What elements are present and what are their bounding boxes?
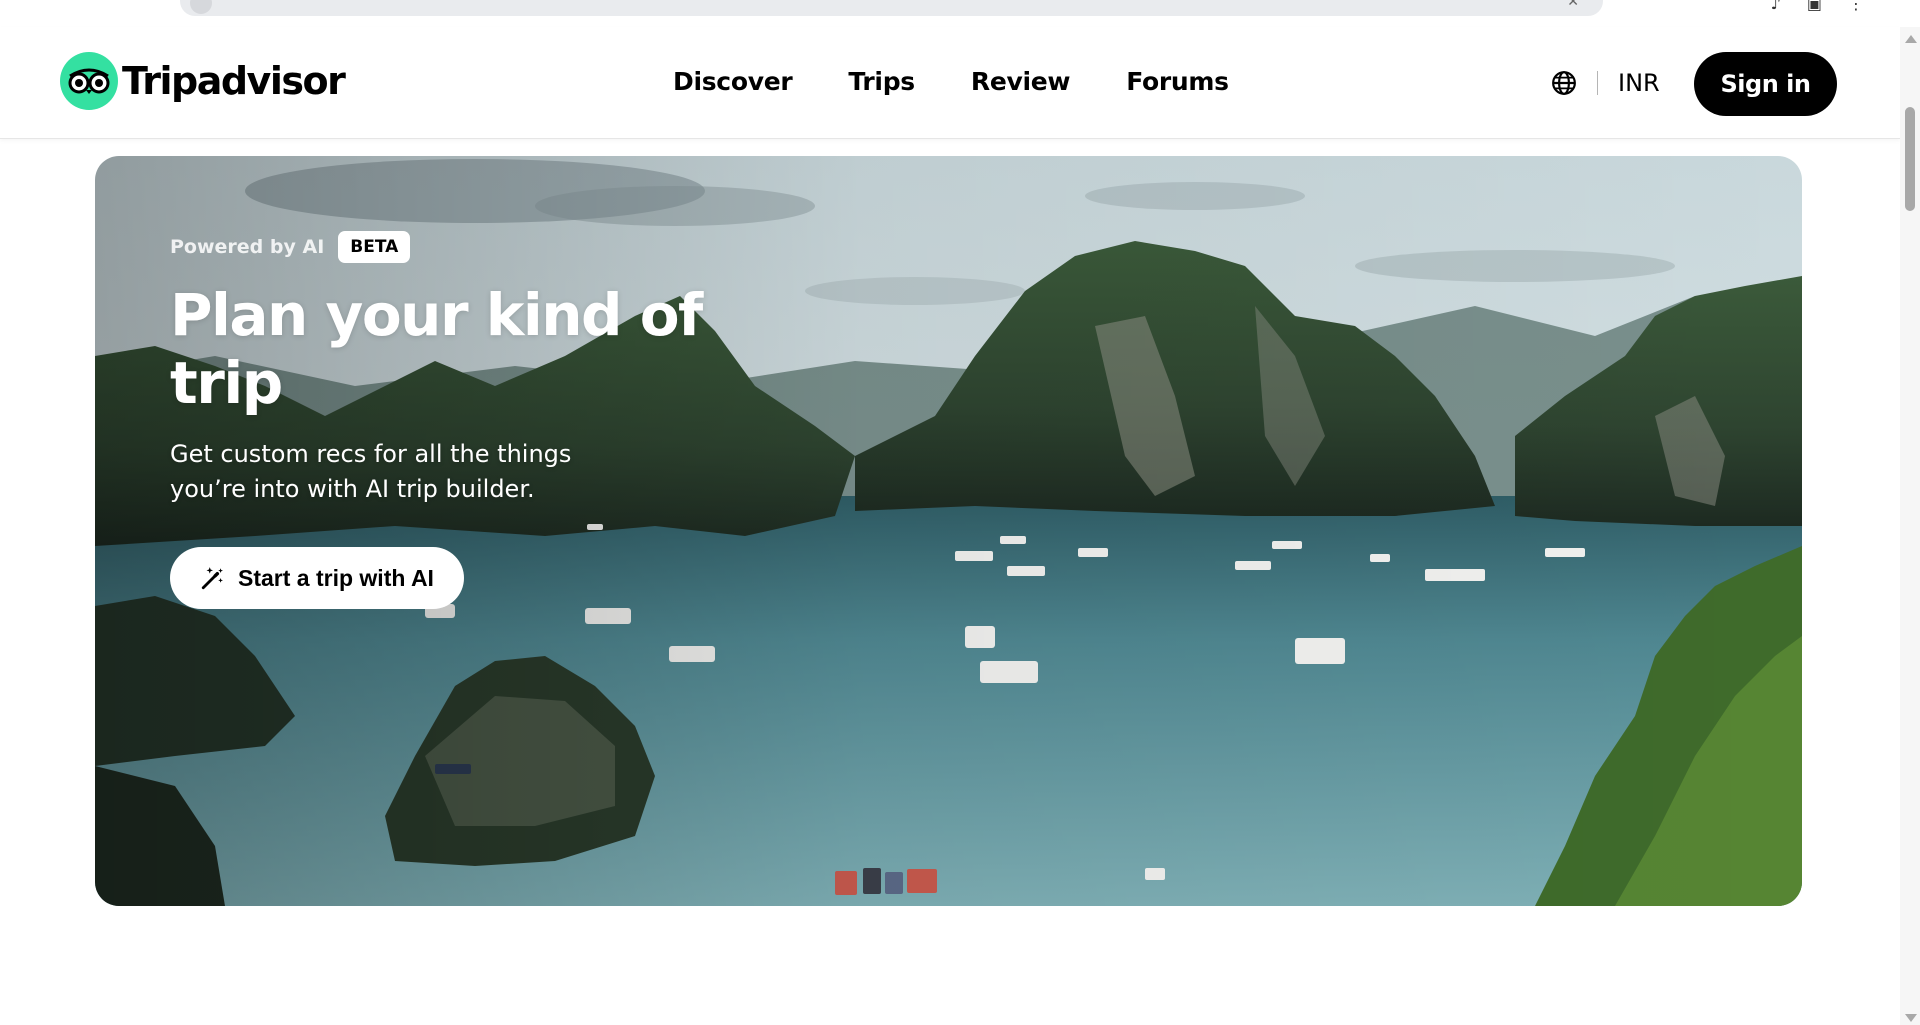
scrollbar-thumb[interactable] (1905, 107, 1915, 211)
nav-review[interactable]: Review (971, 67, 1071, 96)
scroll-up-arrow-icon[interactable] (1905, 35, 1917, 43)
hero-subtitle: Get custom recs for all the things you’r… (170, 440, 572, 503)
hero-content: Powered by AI BETA Plan your kind of tri… (170, 231, 730, 609)
powered-by-row: Powered by AI BETA (170, 231, 730, 263)
tripadvisor-logo[interactable]: Tripadvisor (60, 51, 346, 111)
close-icon[interactable]: ✕ (1567, 0, 1579, 10)
nav-forums[interactable]: Forums (1126, 67, 1229, 96)
site-header: Tripadvisor Discover Trips Review Forums… (0, 27, 1900, 139)
start-trip-with-ai-button[interactable]: Start a trip with AI (170, 547, 464, 609)
powered-by-label: Powered by AI (170, 236, 325, 258)
magic-wand-icon (201, 567, 223, 590)
sign-in-button[interactable]: Sign in (1694, 52, 1837, 116)
nav-discover[interactable]: Discover (673, 67, 793, 96)
currency-selector[interactable]: INR (1618, 69, 1660, 97)
address-bar[interactable]: ✕ (180, 0, 1603, 16)
logo-text: Tripadvisor (122, 59, 346, 103)
main-nav: Discover Trips Review Forums (673, 67, 1285, 96)
start-trip-label: Start a trip with AI (238, 564, 434, 591)
ai-trip-hero: Powered by AI BETA Plan your kind of tri… (95, 156, 1802, 906)
beta-badge: BETA (338, 231, 411, 263)
locale-tools: INR (1551, 67, 1660, 99)
scroll-down-arrow-icon[interactable] (1905, 1014, 1917, 1022)
browser-extension-icons: ♪▣⋮ (1770, 0, 1890, 13)
hero-title: Plan your kind of trip (170, 281, 703, 417)
divider (1597, 71, 1598, 95)
nav-trips[interactable]: Trips (848, 67, 915, 96)
browser-toolbar: ✕ ♪▣⋮ (0, 0, 1920, 27)
owl-eyes-icon (60, 52, 118, 110)
globe-icon[interactable] (1551, 70, 1577, 96)
page-scrollbar[interactable] (1900, 27, 1920, 1025)
site-info-icon[interactable] (190, 0, 212, 14)
